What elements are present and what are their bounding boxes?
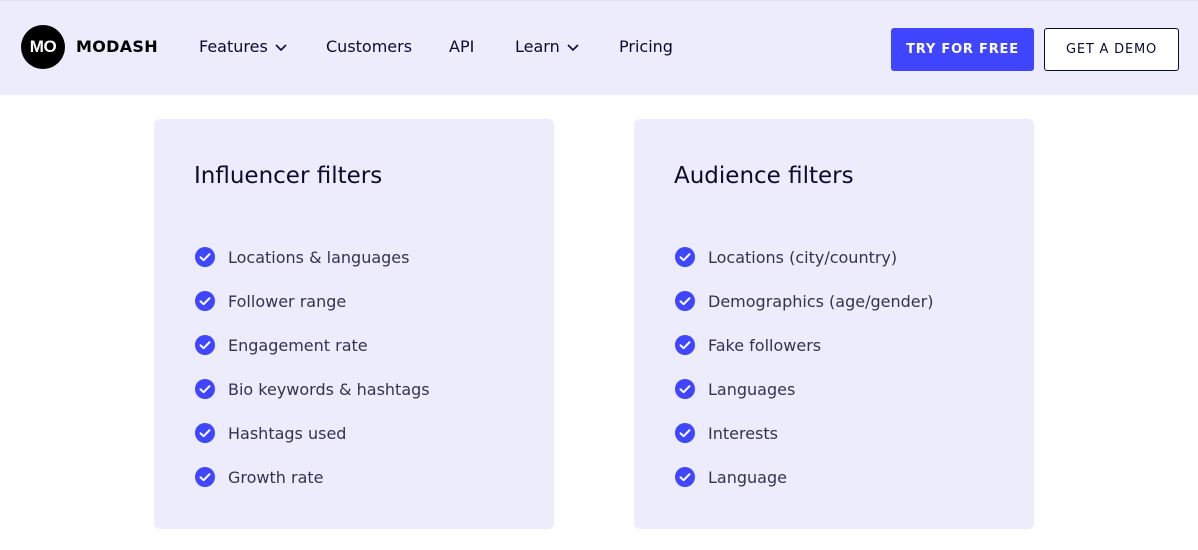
check-circle-icon — [195, 335, 215, 355]
list-item: Follower range — [194, 279, 430, 323]
brand-name[interactable]: MODASH — [76, 37, 158, 56]
modash-logo-icon[interactable]: MO — [21, 25, 65, 69]
list-item-label: Engagement rate — [228, 335, 368, 355]
list-item: Bio keywords & hashtags — [194, 367, 430, 411]
filter-list: Locations & languages Follower range Eng… — [194, 235, 430, 499]
nav-item-learn[interactable]: Learn — [515, 37, 580, 57]
try-for-free-button[interactable]: TRY FOR FREE — [891, 28, 1034, 71]
list-item-label: Language — [708, 467, 787, 487]
list-item-label: Locations & languages — [228, 247, 410, 267]
top-navbar: MO MODASH Features Customers API Learn P… — [0, 0, 1198, 95]
check-circle-icon — [675, 423, 695, 443]
check-circle-icon — [675, 335, 695, 355]
list-item: Locations (city/country) — [674, 235, 933, 279]
check-circle-icon — [675, 379, 695, 399]
list-item-label: Follower range — [228, 291, 347, 311]
list-item: Engagement rate — [194, 323, 430, 367]
nav-item-api[interactable]: API — [449, 37, 474, 57]
list-item: Growth rate — [194, 455, 430, 499]
get-a-demo-button[interactable]: GET A DEMO — [1044, 28, 1179, 71]
list-item: Fake followers — [674, 323, 933, 367]
list-item: Locations & languages — [194, 235, 430, 279]
audience-filters-card: Audience filters Locations (city/country… — [634, 119, 1034, 529]
list-item-label: Growth rate — [228, 467, 324, 487]
list-item-label: Interests — [708, 423, 778, 443]
nav-item-label: Learn — [515, 37, 560, 56]
nav-item-label: Customers — [326, 37, 413, 56]
logo-mark: MO — [29, 37, 57, 56]
check-circle-icon — [675, 291, 695, 311]
nav-item-label: API — [449, 37, 475, 56]
list-item: Interests — [674, 411, 933, 455]
check-circle-icon — [195, 291, 215, 311]
list-item-label: Languages — [708, 379, 796, 399]
check-circle-icon — [675, 247, 695, 267]
nav-item-pricing[interactable]: Pricing — [619, 37, 673, 57]
list-item-label: Hashtags used — [228, 423, 347, 443]
list-item: Languages — [674, 367, 933, 411]
check-circle-icon — [195, 247, 215, 267]
nav-item-features[interactable]: Features — [199, 37, 288, 57]
check-circle-icon — [195, 379, 215, 399]
nav-item-customers[interactable]: Customers — [326, 37, 412, 57]
card-title: Audience filters — [674, 163, 854, 189]
nav-item-label: Features — [199, 37, 268, 56]
list-item: Hashtags used — [194, 411, 430, 455]
nav-item-label: Pricing — [619, 37, 673, 56]
check-circle-icon — [195, 423, 215, 443]
list-item-label: Fake followers — [708, 335, 822, 355]
list-item-label: Bio keywords & hashtags — [228, 379, 430, 399]
list-item: Demographics (age/gender) — [674, 279, 933, 323]
influencer-filters-card: Influencer filters Locations & languages… — [154, 119, 554, 529]
list-item: Language — [674, 455, 933, 499]
check-circle-icon — [195, 467, 215, 487]
list-item-label: Locations (city/country) — [708, 247, 898, 267]
check-circle-icon — [675, 467, 695, 487]
filter-list: Locations (city/country) Demographics (a… — [674, 235, 933, 499]
list-item-label: Demographics (age/gender) — [708, 291, 934, 311]
chevron-down-icon — [275, 44, 287, 52]
card-title: Influencer filters — [194, 163, 383, 189]
chevron-down-icon — [567, 44, 579, 52]
